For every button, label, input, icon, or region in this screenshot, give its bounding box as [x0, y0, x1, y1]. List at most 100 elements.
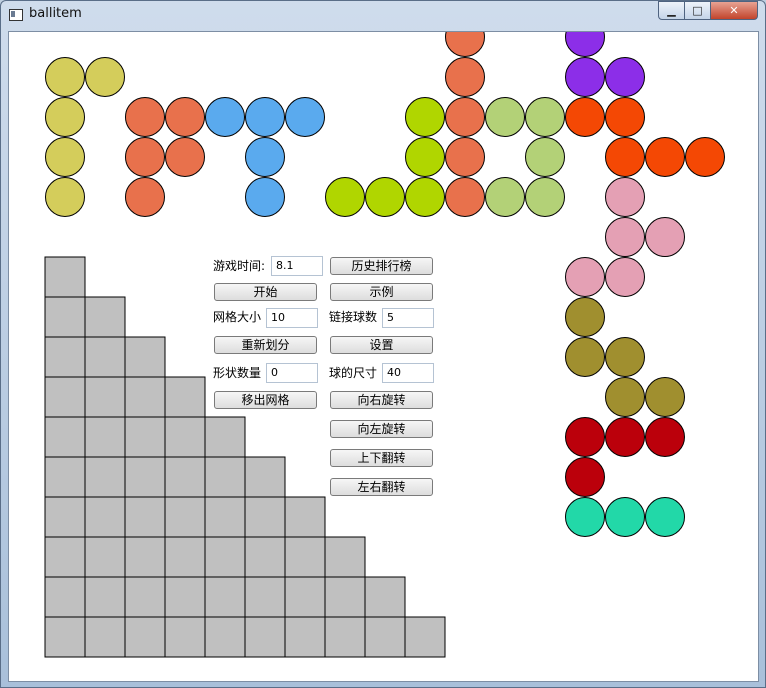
ball[interactable]	[645, 137, 685, 177]
rotate-right-button[interactable]: 向右旋转	[330, 391, 433, 409]
shape-count-field[interactable]: 0	[266, 363, 318, 383]
ball[interactable]	[245, 137, 285, 177]
grid-cell[interactable]	[244, 456, 286, 498]
grid-cell[interactable]	[164, 576, 206, 618]
grid-cell[interactable]	[284, 576, 326, 618]
ball[interactable]	[605, 337, 645, 377]
grid-cell[interactable]	[44, 376, 86, 418]
ball[interactable]	[565, 97, 605, 137]
start-button[interactable]: 开始	[214, 283, 317, 301]
ball[interactable]	[125, 177, 165, 217]
grid-cell[interactable]	[44, 496, 86, 538]
grid-cell[interactable]	[84, 576, 126, 618]
grid-cell[interactable]	[244, 496, 286, 538]
grid-cell[interactable]	[124, 536, 166, 578]
ball[interactable]	[85, 57, 125, 97]
rotate-left-button[interactable]: 向左旋转	[330, 420, 433, 438]
grid-cell[interactable]	[84, 376, 126, 418]
grid-cell[interactable]	[44, 576, 86, 618]
ball[interactable]	[45, 57, 85, 97]
grid-cell[interactable]	[124, 376, 166, 418]
grid-cell[interactable]	[44, 336, 86, 378]
pink-piece[interactable]	[565, 177, 685, 297]
grid-cell[interactable]	[284, 536, 326, 578]
grid-cell[interactable]	[124, 416, 166, 458]
ball[interactable]	[565, 457, 605, 497]
ball[interactable]	[405, 177, 445, 217]
teal-piece[interactable]	[565, 497, 685, 537]
flip-horizontal-button[interactable]: 左右翻转	[330, 478, 433, 496]
ball-size-field[interactable]: 40	[382, 363, 434, 383]
grid-cell[interactable]	[44, 256, 86, 298]
minimize-button[interactable]: ▁	[658, 1, 685, 20]
ball[interactable]	[605, 217, 645, 257]
ball[interactable]	[285, 97, 325, 137]
grid-cell[interactable]	[164, 616, 206, 658]
grid-cell[interactable]	[164, 456, 206, 498]
example-button[interactable]: 示例	[330, 283, 433, 301]
ball[interactable]	[445, 32, 485, 57]
ball[interactable]	[565, 257, 605, 297]
close-button[interactable]: ✕	[710, 1, 758, 20]
grid-cell[interactable]	[124, 576, 166, 618]
grid-cell[interactable]	[164, 496, 206, 538]
blue-piece[interactable]	[205, 97, 325, 217]
ball[interactable]	[565, 32, 605, 57]
grid-cell[interactable]	[44, 416, 86, 458]
ball[interactable]	[565, 497, 605, 537]
ball[interactable]	[45, 177, 85, 217]
ball[interactable]	[365, 177, 405, 217]
ball[interactable]	[325, 177, 365, 217]
ball[interactable]	[445, 97, 485, 137]
ball[interactable]	[685, 137, 725, 177]
grid-cell[interactable]	[84, 416, 126, 458]
grid-cell[interactable]	[124, 456, 166, 498]
grid-cell[interactable]	[324, 616, 366, 658]
ball[interactable]	[525, 97, 565, 137]
redorange-piece[interactable]	[565, 97, 725, 177]
ball[interactable]	[565, 57, 605, 97]
grid-cell[interactable]	[44, 296, 86, 338]
grid-cell[interactable]	[284, 616, 326, 658]
grid-cell[interactable]	[204, 616, 246, 658]
grid-cell[interactable]	[124, 336, 166, 378]
grid-cell[interactable]	[164, 376, 206, 418]
settings-button[interactable]: 设置	[330, 336, 433, 354]
game-board[interactable]	[9, 32, 758, 681]
grid-cell[interactable]	[124, 496, 166, 538]
link-count-field[interactable]: 5	[382, 308, 434, 328]
grid-cell[interactable]	[84, 536, 126, 578]
maximize-button[interactable]: □	[684, 1, 711, 20]
grid-cell[interactable]	[244, 576, 286, 618]
remove-grid-button[interactable]: 移出网格	[214, 391, 317, 409]
grid-cell[interactable]	[324, 576, 366, 618]
ball[interactable]	[405, 137, 445, 177]
grid-cell[interactable]	[164, 536, 206, 578]
ball[interactable]	[645, 417, 685, 457]
ball[interactable]	[565, 417, 605, 457]
ball[interactable]	[525, 137, 565, 177]
ball[interactable]	[645, 377, 685, 417]
darkred-piece[interactable]	[565, 417, 685, 497]
grid-cell[interactable]	[284, 496, 326, 538]
grid-cell[interactable]	[244, 536, 286, 578]
lightgreen-piece[interactable]	[485, 97, 565, 217]
ball[interactable]	[605, 177, 645, 217]
grid-cell[interactable]	[84, 456, 126, 498]
purple-piece[interactable]	[565, 32, 645, 97]
ball[interactable]	[45, 137, 85, 177]
grid-size-field[interactable]: 10	[266, 308, 318, 328]
ball[interactable]	[605, 497, 645, 537]
grid-cell[interactable]	[44, 616, 86, 658]
grid-cell[interactable]	[364, 576, 406, 618]
grid-cell[interactable]	[84, 296, 126, 338]
ball[interactable]	[525, 177, 565, 217]
ball[interactable]	[125, 97, 165, 137]
yellow-piece[interactable]	[45, 57, 125, 217]
grid-cell[interactable]	[404, 616, 446, 658]
ball[interactable]	[245, 97, 285, 137]
grid-cell[interactable]	[164, 416, 206, 458]
grid-cell[interactable]	[204, 576, 246, 618]
grid-cell[interactable]	[244, 616, 286, 658]
grid-cell[interactable]	[324, 536, 366, 578]
